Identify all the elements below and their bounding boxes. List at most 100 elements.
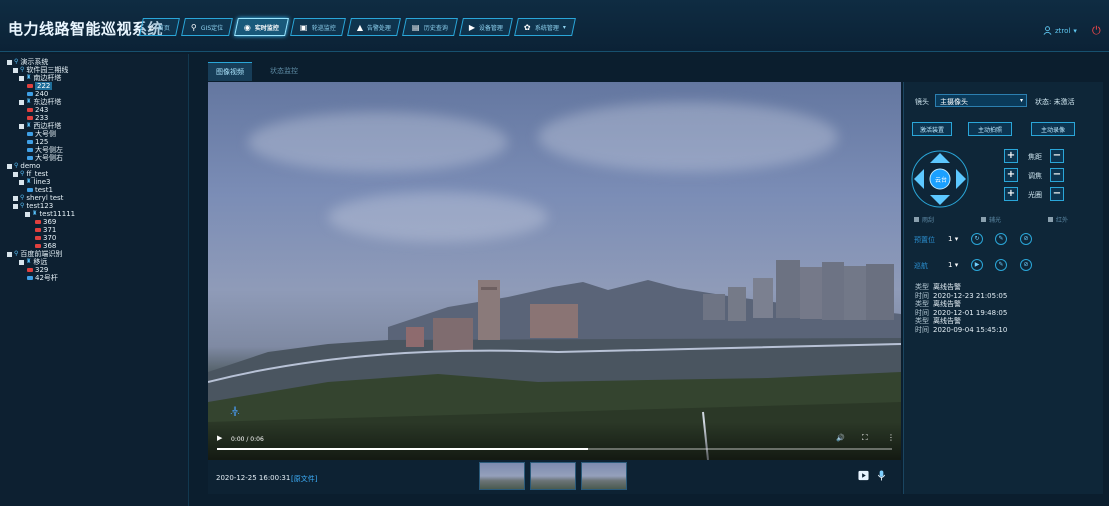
adjust-plus-button[interactable]: + <box>1004 168 1018 182</box>
tree-item[interactable]: 42号杆 <box>7 274 75 282</box>
aux-light-toggle[interactable]: 辅光 <box>981 215 1001 224</box>
tree-item[interactable]: 大号侧左 <box>7 146 75 154</box>
tab-status-monitor[interactable]: 状态监控 <box>262 62 306 81</box>
nav-gis[interactable]: ⚲ GIS定位 <box>181 18 234 36</box>
tab-image-video[interactable]: 图像视频 <box>208 62 252 81</box>
microphone-icon[interactable] <box>876 470 887 481</box>
nav-alarm[interactable]: ▲ 告警处理 <box>346 18 401 36</box>
volume-icon[interactable]: 🔊 <box>836 434 845 442</box>
preset-select[interactable]: 1 ▾ <box>948 235 958 243</box>
tree-item[interactable]: 240 <box>7 90 75 98</box>
tree-item[interactable]: ⚲ ff_test <box>7 170 75 178</box>
collapse-toggle-icon[interactable] <box>19 99 24 105</box>
collapse-toggle-icon[interactable] <box>19 259 24 265</box>
tree-item[interactable]: 233 <box>7 114 75 122</box>
tree-item[interactable]: ♜ 南边杆塔 <box>7 74 75 82</box>
thumbnail[interactable] <box>530 462 576 490</box>
tree-item[interactable]: 371 <box>7 226 75 234</box>
thumbnail[interactable] <box>479 462 525 490</box>
collapse-toggle-icon[interactable] <box>7 251 12 257</box>
arrow-up-icon <box>930 153 950 163</box>
tree-item[interactable]: ♜ line3 <box>7 178 75 186</box>
collapse-toggle-icon[interactable] <box>13 171 18 177</box>
tree-item[interactable]: 大号侧 <box>7 130 75 138</box>
fullscreen-icon[interactable]: ⛶ <box>862 433 868 443</box>
lens-select[interactable]: 主摄像头 ▾ <box>935 94 1027 107</box>
play-icon[interactable]: ▶ <box>217 434 222 442</box>
preset-call-icon[interactable]: ↻ <box>971 233 983 245</box>
progress-bar[interactable] <box>217 448 892 450</box>
tree-item[interactable]: test1 <box>7 186 75 194</box>
tree-item-label: test1 <box>35 186 53 194</box>
tree-item-label: 222 <box>35 82 53 90</box>
collapse-toggle-icon[interactable] <box>19 75 24 81</box>
alarm-type: 类型 离线告警 <box>915 283 961 291</box>
record-video-button[interactable]: 主动录像 <box>1031 122 1075 136</box>
preset-delete-icon[interactable]: ⊘ <box>1020 233 1032 245</box>
tree-item-label: 百度前端识别 <box>20 250 63 258</box>
nav-live-monitor[interactable]: ◉ 实时监控 <box>234 18 290 36</box>
take-photo-button[interactable]: 主动拍照 <box>968 122 1012 136</box>
focus-plus-button[interactable]: + <box>1004 149 1018 163</box>
iris-minus-button[interactable]: − <box>1050 187 1064 201</box>
tree-item[interactable]: ♜ 西边杆塔 <box>7 122 75 130</box>
collapse-toggle-icon[interactable] <box>13 67 18 73</box>
tree-item[interactable]: 329 <box>7 266 75 274</box>
power-icon[interactable]: ⏻ <box>1092 24 1101 38</box>
activate-device-button[interactable]: 激活装置 <box>912 122 952 136</box>
cruise-delete-icon[interactable]: ⊘ <box>1020 259 1032 271</box>
tree-item[interactable]: ⚲ demo <box>7 162 75 170</box>
tree-item[interactable]: ⚲ 演示系统 <box>7 58 75 66</box>
nav-history[interactable]: ▤ 历史查询 <box>402 18 458 36</box>
wiper-toggle[interactable]: 雨刮 <box>914 215 934 224</box>
preset-edit-icon[interactable]: ✎ <box>995 233 1007 245</box>
nav-device[interactable]: ▶ 设备管理 <box>458 18 513 36</box>
tree-item[interactable]: 大号侧右 <box>7 154 75 162</box>
tree-item[interactable]: ♜ 移远 <box>7 258 75 266</box>
collapse-toggle-icon[interactable] <box>19 123 24 129</box>
tree-item[interactable]: ♜ 东边杆塔 <box>7 98 75 106</box>
tree-item[interactable]: 222 <box>7 82 75 90</box>
infrared-toggle[interactable]: 红外 <box>1048 215 1068 224</box>
cruise-edit-icon[interactable]: ✎ <box>995 259 1007 271</box>
collapse-toggle-icon[interactable] <box>25 211 30 217</box>
thumbnail[interactable] <box>581 462 627 490</box>
collapse-toggle-icon[interactable] <box>13 195 18 201</box>
video-player[interactable]: .╬. ▶ 0:00 / 0:06 🔊 ⛶ ⋮ <box>208 82 901 460</box>
cruise-select[interactable]: 1 ▾ <box>948 261 958 269</box>
tree-item[interactable]: ⚲ sheryl test <box>7 194 75 202</box>
video-play-icon[interactable] <box>858 470 869 481</box>
collapse-toggle-icon[interactable] <box>7 59 12 65</box>
nav-patrol-monitor[interactable]: ▣ 轮巡监控 <box>290 18 346 36</box>
user-menu[interactable]: ztrol ▾ <box>1043 26 1077 35</box>
control-panel: 镜头 主摄像头 ▾ 状态: 未激活 激活装置 主动拍照 主动录像 云台 + 焦距 … <box>903 82 1103 494</box>
user-name: ztrol <box>1055 26 1071 35</box>
camera-icon <box>27 188 33 192</box>
gear-icon: ✿ <box>523 22 531 32</box>
cruise-play-icon[interactable]: ▶ <box>971 259 983 271</box>
tree-item[interactable]: 243 <box>7 106 75 114</box>
tree-item[interactable]: 125 <box>7 138 75 146</box>
tree-item[interactable]: 368 <box>7 242 75 250</box>
chevron-down-icon: ▾ <box>1073 26 1077 35</box>
collapse-toggle-icon[interactable] <box>13 203 18 209</box>
preset-value: 1 <box>948 235 953 243</box>
device-tree-panel: ⚲ 演示系统 ⚲ 软件园三期线 ♜ 南边杆塔 222 240 ♜ 东边杆塔 243 233 ♜ 西边杆塔大… <box>0 54 189 506</box>
focus-minus-button[interactable]: − <box>1050 149 1064 163</box>
tree-item[interactable]: 370 <box>7 234 75 242</box>
iris-plus-button[interactable]: + <box>1004 187 1018 201</box>
adjust-minus-button[interactable]: − <box>1050 168 1064 182</box>
alarm-time: 时间 2020-12-23 21:05:05 <box>915 291 1008 300</box>
original-file-link[interactable]: [原文件] <box>291 474 317 484</box>
nav-label: 历史查询 <box>423 24 448 32</box>
tree-item[interactable]: 369 <box>7 218 75 226</box>
tree-item[interactable]: ⚲ 百度前端识别 <box>7 250 75 258</box>
more-options-icon[interactable]: ⋮ <box>887 433 895 442</box>
nav-system[interactable]: ✿ 系统管理 ▾ <box>513 18 576 36</box>
nav-home[interactable]: ⌂ 首页 <box>139 18 181 36</box>
tree-item[interactable]: ⚲ 软件园三期线 <box>7 66 75 74</box>
tree-item[interactable]: ⚲ test123 <box>7 202 75 210</box>
collapse-toggle-icon[interactable] <box>19 179 24 185</box>
tree-item[interactable]: ♜ test11111 <box>7 210 75 218</box>
collapse-toggle-icon[interactable] <box>7 163 12 169</box>
